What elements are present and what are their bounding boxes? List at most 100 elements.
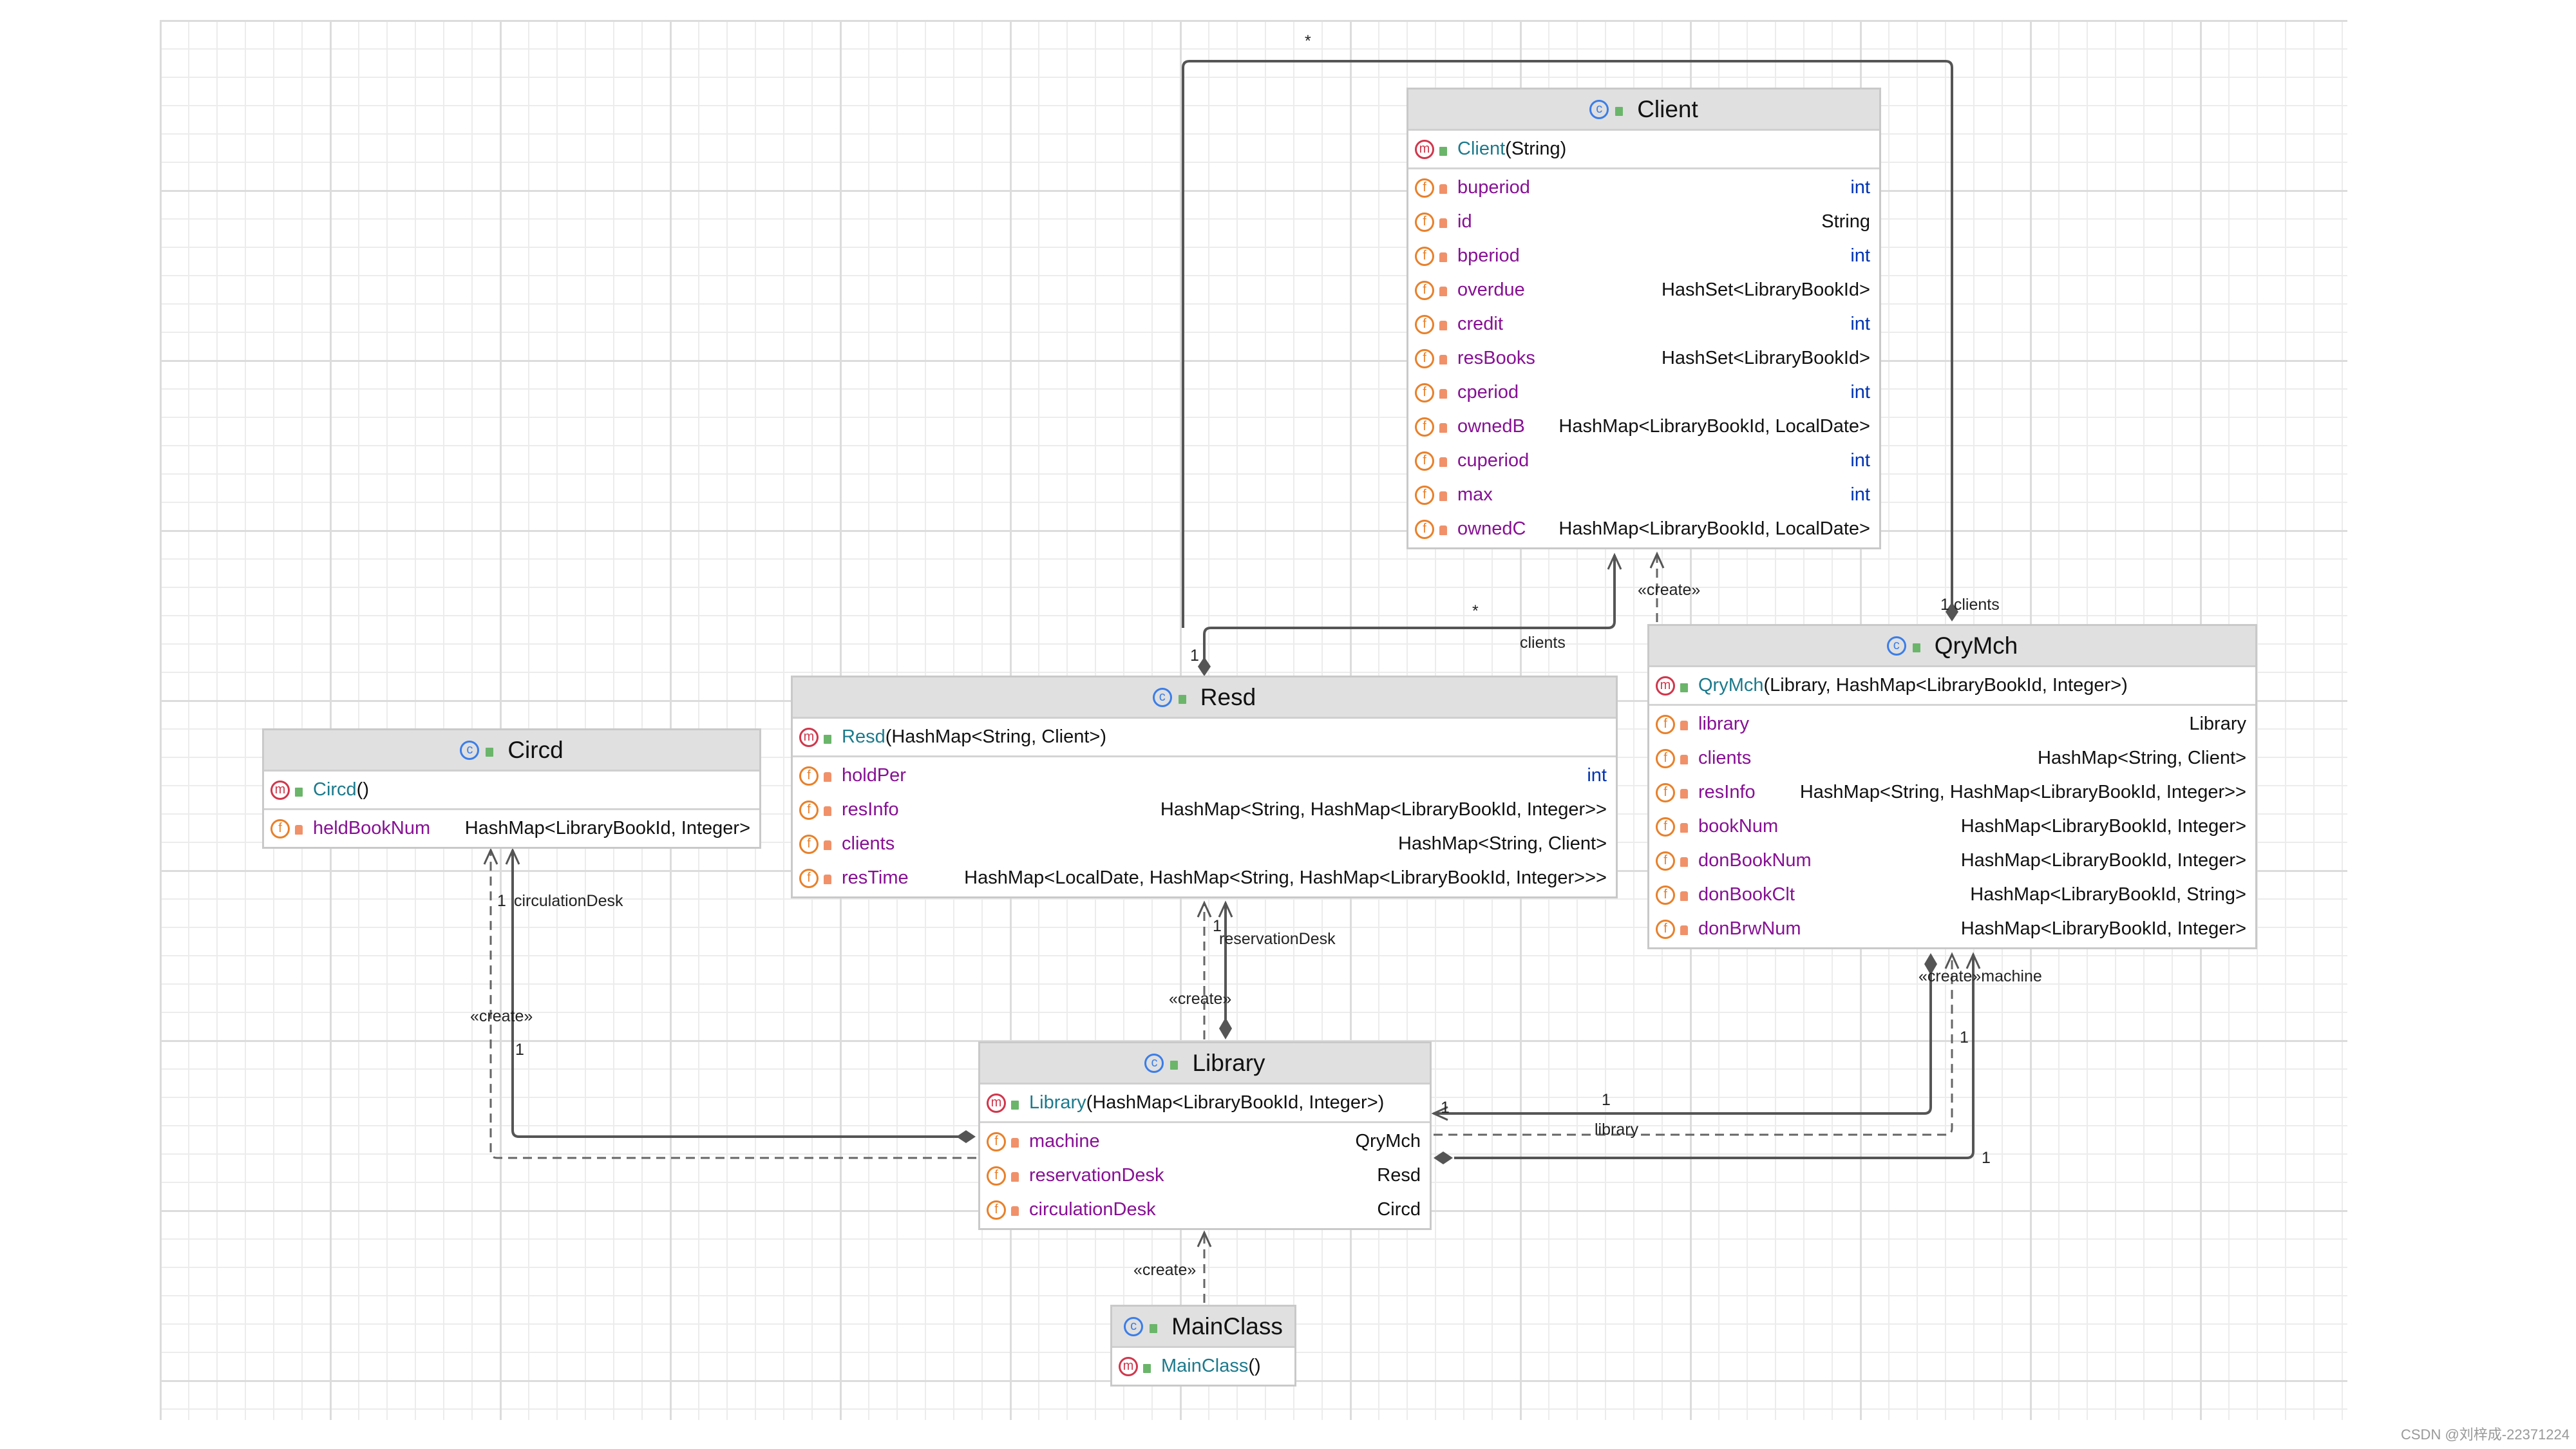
field-type: QryMch (1355, 1131, 1421, 1151)
constructor-args: (HashMap<LibraryBookId, Integer>) (1086, 1092, 1385, 1113)
constructor-row[interactable]: m Resd (HashMap<String, Client>) (793, 720, 1616, 754)
field-row[interactable]: f overdue HashSet<LibraryBookId> (1408, 273, 1879, 307)
constructor-row[interactable]: m Client (String) (1408, 132, 1879, 166)
field-icon: f (1415, 178, 1434, 198)
constructor-name: Resd (842, 726, 886, 747)
field-type: HashMap<LibraryBookId, Integer> (1960, 850, 2246, 871)
field-row[interactable]: f clients HashMap<String, Client> (793, 827, 1616, 861)
class-icon: c (1152, 687, 1172, 707)
field-name: donBrwNum (1698, 918, 1801, 939)
class-box-library[interactable]: c Library m Library (HashMap<LibraryBookId, … (978, 1041, 1432, 1230)
field-name: resBooks (1457, 348, 1535, 368)
field-icon: f (1415, 212, 1434, 232)
unlock-icon (1150, 1323, 1158, 1333)
field-row[interactable]: f reservationDesk Resd (980, 1159, 1430, 1193)
field-row[interactable]: f resInfo HashMap<String, HashMap<LibraryB… (1649, 775, 2255, 810)
constructor-row[interactable]: m Library (HashMap<LibraryBookId, Integer>… (980, 1086, 1430, 1120)
field-row[interactable]: f resBooks HashSet<LibraryBookId> (1408, 341, 1879, 375)
field-row[interactable]: f donBookNum HashMap<LibraryBookId, Intege… (1649, 844, 2255, 878)
field-row[interactable]: f cuperiod int (1408, 444, 1879, 478)
field-row[interactable]: f credit int (1408, 307, 1879, 341)
lock-icon (1439, 287, 1447, 296)
field-icon: f (987, 1166, 1006, 1186)
constructor-name: Client (1457, 138, 1506, 159)
field-icon: f (1415, 519, 1434, 539)
field-row[interactable]: f machine QryMch (980, 1124, 1430, 1159)
field-row[interactable]: f donBrwNum HashMap<LibraryBookId, Integer… (1649, 912, 2255, 946)
class-header[interactable]: c Circd (264, 730, 759, 772)
field-name: clients (1698, 748, 1752, 768)
class-header[interactable]: c Client (1408, 90, 1879, 131)
field-row[interactable]: f id String (1408, 205, 1879, 239)
field-row[interactable]: f resInfo HashMap<String, HashMap<LibraryB… (793, 793, 1616, 827)
constructor-row[interactable]: m MainClass() (1112, 1349, 1294, 1383)
class-box-mainclass[interactable]: c MainClass m MainClass() (1110, 1305, 1296, 1387)
class-name: QryMch (1934, 632, 2018, 659)
class-header[interactable]: c QryMch (1649, 626, 2255, 667)
class-header[interactable]: c MainClass (1112, 1307, 1294, 1348)
field-row[interactable]: f holdPer int (793, 759, 1616, 793)
field-row[interactable]: f donBookClt HashMap<LibraryBookId, String… (1649, 878, 2255, 912)
constructor-row[interactable]: m QryMch (Library, HashMap<LibraryBookId, … (1649, 668, 2255, 703)
field-type: HashMap<String, HashMap<LibraryBookId, I… (1799, 782, 2246, 802)
field-row[interactable]: f ownedB HashMap<LibraryBookId, LocalDate> (1408, 410, 1879, 444)
constructors-section: m Library (HashMap<LibraryBookId, Integer>… (980, 1084, 1430, 1123)
field-name: overdue (1457, 279, 1525, 300)
unlock-icon (486, 747, 494, 757)
field-row[interactable]: f bookNum HashMap<LibraryBookId, Integer> (1649, 810, 2255, 844)
field-name: donBookNum (1698, 850, 1812, 871)
field-row[interactable]: f ownedC HashMap<LibraryBookId, LocalDate> (1408, 512, 1879, 546)
field-row[interactable]: f resTime HashMap<LocalDate, HashMap<Strin… (793, 861, 1616, 895)
lock-icon (1011, 1138, 1019, 1148)
constructor-args: (Library, HashMap<LibraryBookId, Integer… (1763, 675, 2128, 696)
diamond (1219, 1018, 1232, 1039)
field-row[interactable]: f library Library (1649, 707, 2255, 741)
role-label: 1 clients (1940, 596, 2000, 614)
field-name: bookNum (1698, 816, 1779, 837)
lock-icon (824, 772, 831, 782)
class-box-qrymch[interactable]: c QryMch m QryMch (Library, HashMap<LibraryB… (1647, 624, 2257, 949)
field-type: String (1821, 211, 1870, 232)
field-name: ownedC (1457, 518, 1526, 539)
field-row[interactable]: f buperiod int (1408, 171, 1879, 205)
field-type: HashMap<LibraryBookId, Integer> (464, 818, 750, 838)
stereotype-label: «create» (1133, 1261, 1197, 1279)
constructors-section: m Resd (HashMap<String, Client>) (793, 719, 1616, 757)
field-type: HashMap<LibraryBookId, Integer> (1960, 918, 2246, 939)
field-name: heldBookNum (313, 818, 431, 838)
unlock-icon (1615, 106, 1624, 116)
field-icon: f (1415, 280, 1434, 300)
field-row[interactable]: f clients HashMap<String, Client> (1649, 741, 2255, 775)
class-icon: c (1124, 1316, 1144, 1336)
multiplicity-label: 1 (515, 1041, 524, 1059)
class-box-circd[interactable]: c Circd m Circd() f heldBookNum HashMap<Librar… (262, 728, 761, 849)
lock-icon (1439, 389, 1447, 399)
field-type: Circd (1377, 1199, 1421, 1220)
field-row[interactable]: f circulationDesk Circd (980, 1193, 1430, 1227)
class-box-client[interactable]: c Client m Client (String) f buperiod int f id Str… (1406, 88, 1881, 549)
class-box-resd[interactable]: c Resd m Resd (HashMap<String, Client>) f hold… (791, 676, 1618, 898)
field-row[interactable]: f cperiod int (1408, 375, 1879, 410)
lock-icon (1680, 857, 1688, 867)
field-icon: f (1656, 748, 1675, 768)
constructor-row[interactable]: m Circd() (264, 773, 759, 807)
fields-section: f heldBookNum HashMap<LibraryBookId, Integ… (264, 810, 759, 847)
class-name: MainClass (1171, 1312, 1283, 1340)
field-row[interactable]: f heldBookNum HashMap<LibraryBookId, Integ… (264, 811, 759, 846)
field-icon: f (1656, 714, 1675, 734)
field-icon: f (1656, 851, 1675, 871)
unlock-icon (1178, 694, 1186, 704)
field-type: HashSet<LibraryBookId> (1661, 348, 1870, 368)
field-icon: f (270, 819, 290, 838)
fields-section: f library Library f clients HashMap<String, C… (1649, 706, 2255, 947)
field-type: HashMap<LibraryBookId, String> (1970, 884, 2246, 905)
class-header[interactable]: c Library (980, 1043, 1430, 1084)
stereotype-label: «create» (470, 1007, 533, 1025)
field-row[interactable]: f max int (1408, 478, 1879, 512)
class-name: Circd (507, 736, 564, 763)
field-row[interactable]: f bperiod int (1408, 239, 1879, 273)
role-label: library (1595, 1121, 1639, 1139)
class-header[interactable]: c Resd (793, 677, 1616, 719)
unlock-icon (1439, 146, 1447, 156)
field-icon: f (799, 834, 819, 854)
